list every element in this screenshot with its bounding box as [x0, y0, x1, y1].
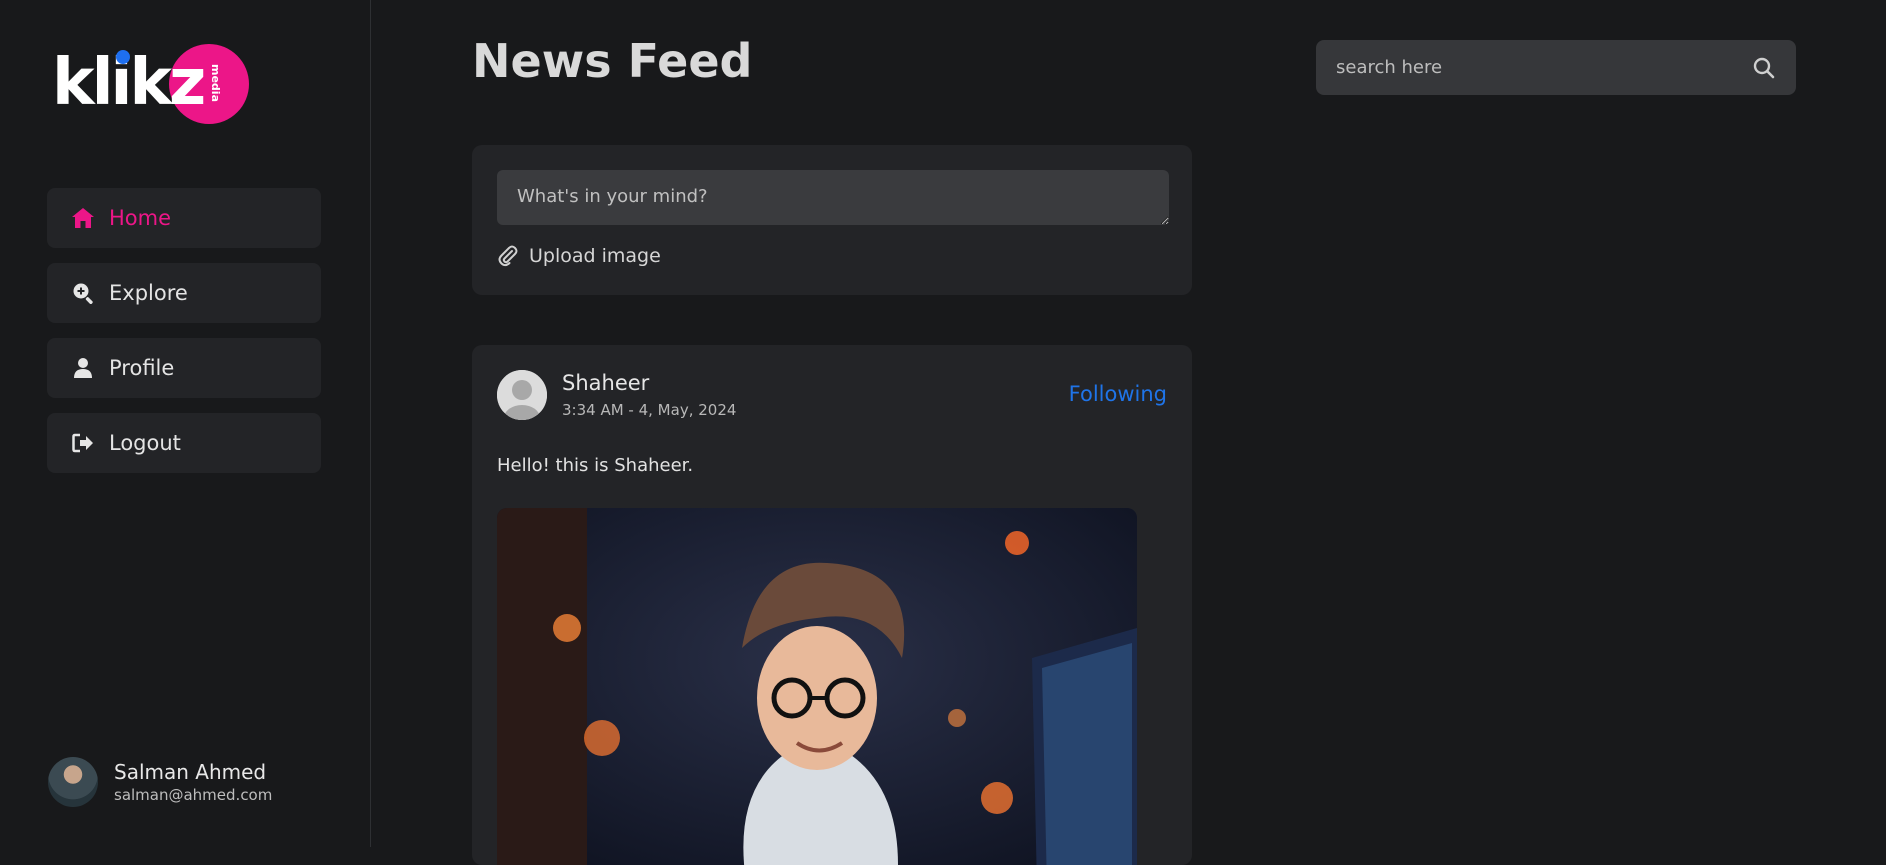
sidebar-item-label: Logout — [109, 431, 181, 455]
upload-image-label: Upload image — [529, 245, 661, 267]
logout-icon — [71, 431, 95, 455]
sidebar-item-label: Profile — [109, 356, 175, 380]
user-name: Salman Ahmed — [114, 760, 267, 784]
logo-dot — [116, 50, 130, 64]
page-title: News Feed — [472, 34, 753, 88]
post-timestamp: 3:34 AM - 4, May, 2024 — [562, 401, 737, 419]
sidebar-nav: Home Explore Profile Logout — [47, 188, 321, 488]
post-input[interactable] — [497, 170, 1169, 225]
following-button[interactable]: Following — [1069, 382, 1167, 406]
sidebar-item-logout[interactable]: Logout — [47, 413, 321, 473]
sidebar: klikz media Home Explore Profile Logout … — [0, 0, 371, 847]
feed-post: Shaheer 3:34 AM - 4, May, 2024 Following… — [472, 345, 1192, 865]
user-info: Salman Ahmed salman@ahmed.com — [114, 759, 272, 805]
post-composer: Upload image — [472, 145, 1192, 295]
search-icon[interactable] — [1752, 56, 1776, 80]
sidebar-item-explore[interactable]: Explore — [47, 263, 321, 323]
sidebar-item-home[interactable]: Home — [47, 188, 321, 248]
search-input[interactable] — [1316, 56, 1752, 79]
search-bar — [1316, 40, 1796, 95]
sidebar-item-label: Home — [109, 206, 172, 230]
avatar — [48, 757, 98, 807]
paperclip-icon — [497, 245, 519, 267]
sidebar-item-label: Explore — [109, 281, 188, 305]
post-author[interactable]: Shaheer — [562, 371, 649, 395]
home-icon — [71, 206, 95, 230]
sidebar-item-profile[interactable]: Profile — [47, 338, 321, 398]
user-icon — [71, 356, 95, 380]
brand-logo[interactable]: klikz media — [52, 44, 249, 124]
avatar[interactable] — [497, 370, 547, 420]
upload-image-button[interactable]: Upload image — [497, 245, 661, 267]
post-text: Hello! this is Shaheer. — [497, 455, 694, 476]
post-image[interactable] — [497, 508, 1137, 865]
current-user[interactable]: Salman Ahmed salman@ahmed.com — [48, 757, 272, 807]
logo-subtext: media — [209, 64, 222, 102]
search-plus-icon — [71, 281, 95, 305]
user-email: salman@ahmed.com — [114, 786, 273, 804]
